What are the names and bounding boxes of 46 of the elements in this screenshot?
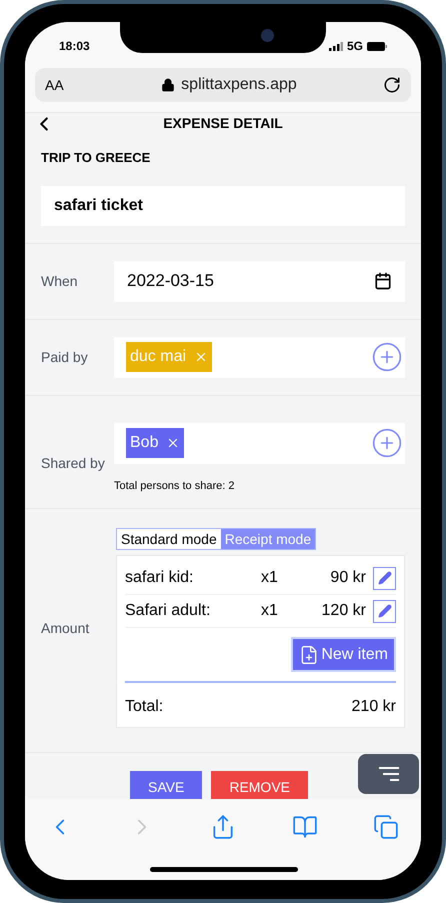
- item-quantity: x1: [261, 601, 279, 621]
- status-time: 18:03: [59, 38, 90, 55]
- field-label: When: [41, 272, 79, 290]
- signal-icon: [328, 42, 343, 50]
- book-icon[interactable]: [292, 814, 318, 840]
- lock-icon: [161, 78, 176, 92]
- camera-icon: [261, 29, 274, 42]
- share-count-note: Total persons to share: 2: [114, 478, 236, 494]
- floating-menu-button[interactable]: [358, 754, 419, 794]
- pencil-icon: [378, 571, 392, 585]
- item-price: 90 kr: [329, 568, 367, 588]
- item-name: safari kid:: [125, 568, 194, 588]
- mode-tab[interactable]: Standard mode: [117, 529, 221, 549]
- item-name: Safari adult:: [125, 601, 212, 621]
- text-size-button[interactable]: AA: [45, 74, 75, 96]
- total-label: Total:: [125, 697, 164, 717]
- date-field[interactable]: 2022-03-15: [114, 260, 405, 302]
- item-price: 120 kr: [320, 601, 367, 621]
- battery-icon: [367, 42, 387, 50]
- pencil-icon: [378, 604, 392, 618]
- file-plus-icon: [299, 644, 320, 664]
- field-label: Amount: [41, 618, 90, 638]
- tabs-icon[interactable]: [373, 814, 399, 840]
- url-text: splittaxpens.app: [181, 75, 297, 95]
- person-chip[interactable]: Bob: [126, 428, 184, 458]
- group-title: TRIP TO GREECE: [41, 149, 152, 167]
- total-value: 210 kr: [352, 697, 396, 717]
- add-person-icon[interactable]: [371, 341, 403, 373]
- field-label: Shared by: [41, 454, 106, 473]
- action-button[interactable]: SAVE: [130, 771, 202, 799]
- page-title: EXPENSE DETAIL: [163, 114, 283, 133]
- calendar-icon[interactable]: [374, 272, 392, 290]
- expense-name-field[interactable]: safari ticket: [41, 186, 405, 226]
- edit-button[interactable]: [373, 600, 396, 622]
- menu-icon: [378, 767, 398, 781]
- add-person-icon[interactable]: [371, 427, 403, 459]
- new-item-button[interactable]: New item: [291, 637, 396, 672]
- action-button[interactable]: REMOVE: [211, 771, 308, 799]
- address-bar[interactable]: AA splittaxpens.app: [35, 68, 411, 102]
- network-label: 5G: [346, 38, 363, 55]
- people-field[interactable]: Bob: [114, 422, 405, 464]
- field-label: Paid by: [41, 348, 89, 367]
- mode-tab[interactable]: Receipt mode: [220, 529, 316, 549]
- edit-button[interactable]: [373, 566, 396, 590]
- reload-icon[interactable]: [382, 76, 401, 94]
- item-quantity: x1: [261, 568, 279, 588]
